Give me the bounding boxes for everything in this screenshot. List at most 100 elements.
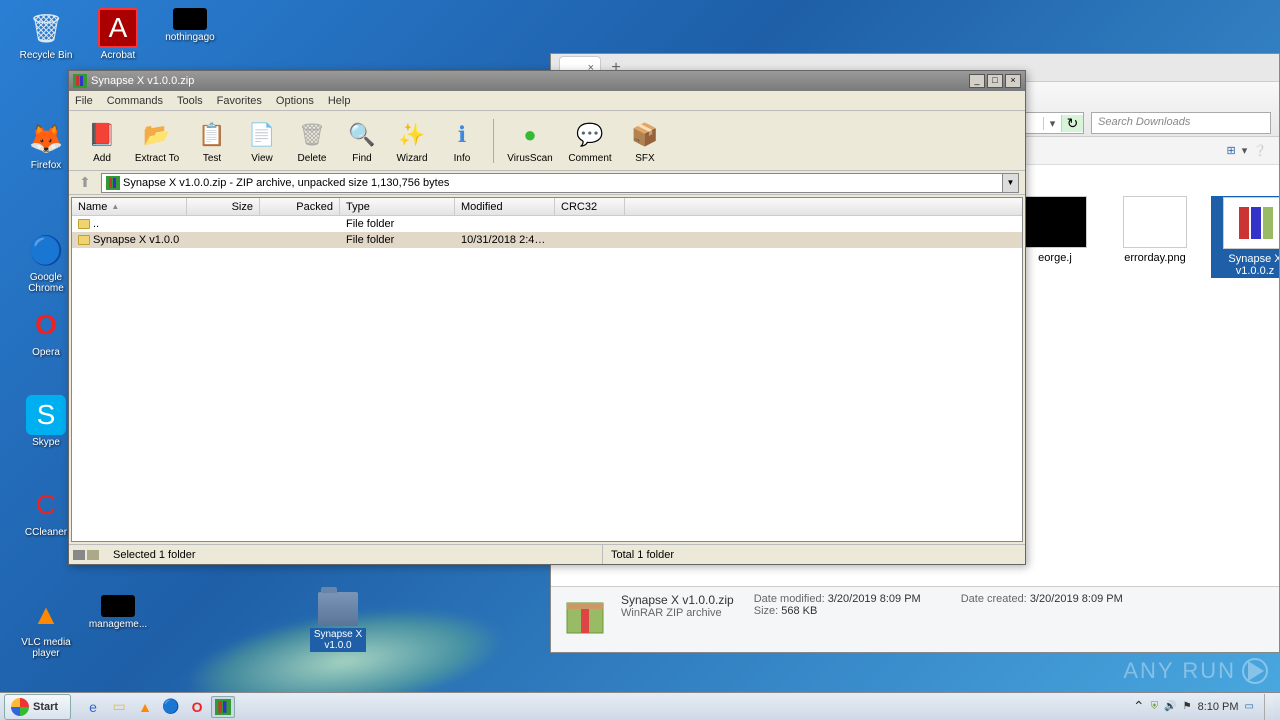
info-icon: ℹ xyxy=(445,118,479,152)
toolbar-sfx-button[interactable]: 📦SFX xyxy=(620,118,670,164)
refresh-icon[interactable]: ↻ xyxy=(1061,115,1083,132)
status-left: Selected 1 folder xyxy=(105,545,603,564)
toolbar-view-button[interactable]: 📄View xyxy=(237,118,287,164)
desktop-icon-vlc-media-player[interactable]: ▲VLC media player xyxy=(16,595,76,659)
taskbar: Start e ▭ ▲ 🔵 O ⌃ ⛨ 🔊 ⚑ 8:10 PM ▭ xyxy=(0,692,1280,720)
add-icon: 📕 xyxy=(85,118,119,152)
tray-flag-icon[interactable]: ⚑ xyxy=(1183,701,1192,712)
col-size[interactable]: Size xyxy=(187,198,260,215)
opera-icon[interactable]: O xyxy=(185,696,209,718)
toolbar-label: Find xyxy=(337,153,387,164)
winrar-address[interactable]: Synapse X v1.0.0.zip - ZIP archive, unpa… xyxy=(101,173,1019,193)
comment-icon: 💬 xyxy=(573,118,607,152)
desktop-folder-synapse[interactable]: Synapse X v1.0.0 xyxy=(310,592,366,652)
app-icon: 🦊 xyxy=(26,118,66,158)
toolbar-comment-button[interactable]: 💬Comment xyxy=(560,118,620,164)
view-icon[interactable]: ⊞ xyxy=(1227,144,1236,157)
sort-asc-icon: ▲ xyxy=(111,202,119,211)
chevron-down-icon[interactable]: ▼ xyxy=(1002,174,1018,192)
app-icon: A xyxy=(98,8,138,48)
vlc-icon[interactable]: ▲ xyxy=(133,696,157,718)
toolbar-add-button[interactable]: 📕Add xyxy=(77,118,127,164)
col-type[interactable]: Type xyxy=(340,198,455,215)
toolbar-label: Delete xyxy=(287,153,337,164)
tray-clock[interactable]: 8:10 PM xyxy=(1198,701,1239,713)
app-icon: C xyxy=(26,485,66,525)
winrar-titlebar[interactable]: Synapse X v1.0.0.zip _ □ × xyxy=(69,71,1025,91)
date-modified-label: Date modified: xyxy=(754,593,825,605)
winrar-columns[interactable]: Name ▲ Size Packed Type Modified CRC32 xyxy=(72,198,1022,216)
toolbar-test-button[interactable]: 📋Test xyxy=(187,118,237,164)
winrar-window[interactable]: Synapse X v1.0.0.zip _ □ × File Commands T… xyxy=(68,70,1026,565)
toolbar-label: Extract To xyxy=(127,153,187,164)
details-name: Synapse X v1.0.0.zip xyxy=(621,593,734,607)
show-desktop-button[interactable] xyxy=(1264,694,1274,720)
windows-logo-icon xyxy=(11,698,29,716)
app-icon: O xyxy=(26,305,66,345)
file-thumbnail-icon xyxy=(1123,196,1187,248)
date-created-value: 3/20/2019 8:09 PM xyxy=(1030,593,1123,605)
desktop-icon-opera[interactable]: O Opera xyxy=(16,305,76,358)
toolbar-extract-to-button[interactable]: 📂Extract To xyxy=(127,118,187,164)
desktop-icon-google-chrome[interactable]: 🔵Google Chrome xyxy=(16,230,76,294)
winrar-path-text: Synapse X v1.0.0.zip - ZIP archive, unpa… xyxy=(123,177,449,189)
app-icon: S xyxy=(26,395,66,435)
menu-help[interactable]: Help xyxy=(328,95,351,107)
wizard-icon: ✨ xyxy=(395,118,429,152)
col-packed[interactable]: Packed xyxy=(260,198,340,215)
chrome-icon[interactable]: 🔵 xyxy=(159,696,183,718)
toolbar-info-button[interactable]: ℹInfo xyxy=(437,118,487,164)
app-icon xyxy=(173,8,207,30)
toolbar-virusscan-button[interactable]: ●VirusScan xyxy=(500,118,560,164)
col-crc[interactable]: CRC32 xyxy=(555,198,625,215)
tray-monitor-icon[interactable]: ▭ xyxy=(1245,701,1254,712)
desktop-icon-acrobat[interactable]: A Acrobat xyxy=(88,8,148,61)
extract to-icon: 📂 xyxy=(140,118,174,152)
winrar-task-icon[interactable] xyxy=(211,696,235,718)
col-name[interactable]: Name ▲ xyxy=(72,198,187,215)
toolbar-label: VirusScan xyxy=(500,153,560,164)
toolbar-separator xyxy=(493,119,494,163)
system-tray: ⌃ ⛨ 🔊 ⚑ 8:10 PM ▭ xyxy=(1133,694,1280,720)
chevron-down-icon[interactable]: ▾ xyxy=(1043,117,1061,130)
desktop-folder-label: Synapse X v1.0.0 xyxy=(310,628,366,652)
desktop-icon-ccleaner[interactable]: CCCleaner xyxy=(16,485,76,538)
desktop-icon-label: Opera xyxy=(16,347,76,358)
toolbar-find-button[interactable]: 🔍Find xyxy=(337,118,387,164)
desktop-icon-recycle-bin[interactable]: 🗑Recycle Bin xyxy=(16,8,76,61)
menu-commands[interactable]: Commands xyxy=(107,95,163,107)
col-modified[interactable]: Modified xyxy=(455,198,555,215)
folder-icon xyxy=(78,235,90,245)
up-button[interactable]: ⬆ xyxy=(75,174,95,191)
desktop-icon-nothingago[interactable]: nothingago xyxy=(160,8,220,43)
menu-tools[interactable]: Tools xyxy=(177,95,203,107)
toolbar-label: View xyxy=(237,153,287,164)
menu-file[interactable]: File xyxy=(75,95,93,107)
search-input[interactable]: Search Downloads xyxy=(1091,112,1271,134)
tray-volume-icon[interactable]: 🔊 xyxy=(1164,701,1176,712)
tray-shield-icon[interactable]: ⛨ xyxy=(1151,701,1159,712)
explorer-icon[interactable]: ▭ xyxy=(107,696,131,718)
toolbar-delete-button[interactable]: 🗑Delete xyxy=(287,118,337,164)
list-row[interactable]: ..File folder xyxy=(72,216,1022,232)
desktop-icon-firefox[interactable]: 🦊Firefox xyxy=(16,118,76,171)
file-item[interactable]: Synapse X v1.0.0.z xyxy=(1211,196,1279,278)
desktop-icon-label: Acrobat xyxy=(88,50,148,61)
list-row[interactable]: Synapse X v1.0.0File folder10/31/2018 2:… xyxy=(72,232,1022,248)
menu-options[interactable]: Options xyxy=(276,95,314,107)
tray-expand-icon[interactable]: ⌃ xyxy=(1133,698,1145,715)
desktop-icon-skype[interactable]: SSkype xyxy=(16,395,76,448)
folder-icon xyxy=(318,592,358,626)
view-dropdown[interactable]: ▾ xyxy=(1242,144,1248,157)
toolbar-wizard-button[interactable]: ✨Wizard xyxy=(387,118,437,164)
ie-icon[interactable]: e xyxy=(81,696,105,718)
minimize-button[interactable]: _ xyxy=(969,74,985,88)
maximize-button[interactable]: □ xyxy=(987,74,1003,88)
row-name: Synapse X v1.0.0 xyxy=(93,234,179,246)
file-item[interactable]: errorday.png xyxy=(1111,196,1199,264)
desktop-icon-manageme-[interactable]: manageme... xyxy=(88,595,148,630)
close-button[interactable]: × xyxy=(1005,74,1021,88)
start-button[interactable]: Start xyxy=(4,694,71,720)
menu-favorites[interactable]: Favorites xyxy=(217,95,262,107)
help-icon[interactable]: ❔ xyxy=(1253,144,1267,157)
